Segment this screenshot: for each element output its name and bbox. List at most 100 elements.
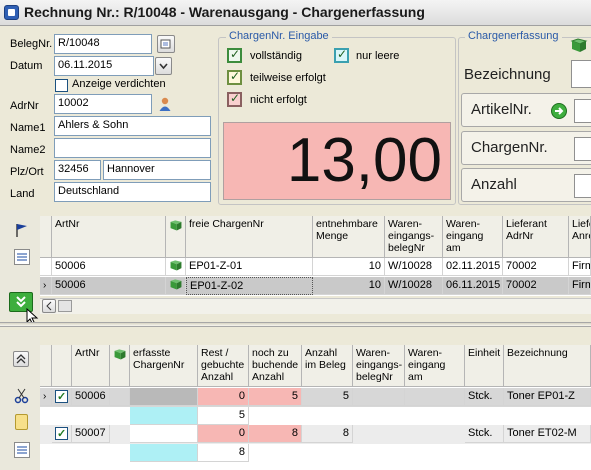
anzeige-verdichten-checkbox[interactable]: [55, 79, 68, 92]
adrnr-field[interactable]: 10002: [54, 94, 152, 114]
person-icon[interactable]: [158, 96, 172, 112]
table-cell-am[interactable]: 02.11.2015: [443, 258, 503, 276]
table-cell-artnr[interactable]: 50006: [52, 277, 166, 295]
lower-header-einheit[interactable]: Einheit: [465, 345, 504, 387]
list-view-icon[interactable]: [14, 249, 30, 265]
upper-header-lieferant[interactable]: Lieferant AdrNr: [503, 216, 569, 258]
table-cell-artnr[interactable]: 50006: [72, 388, 110, 406]
row-checkbox[interactable]: [55, 426, 68, 442]
anzeige-verdichten-label: Anzeige verdichten: [72, 78, 166, 90]
scrollbar-thumb[interactable]: [58, 300, 72, 312]
arrow-right-go-icon[interactable]: [551, 103, 567, 119]
table-cell-charge[interactable]: [130, 388, 198, 406]
folder-icon: [166, 258, 186, 276]
folder-icon[interactable]: [570, 37, 588, 53]
collapse-up-icon[interactable]: [13, 351, 29, 367]
table-cell-belegnr[interactable]: [353, 388, 405, 406]
note-icon[interactable]: [15, 414, 28, 430]
anzahl-field[interactable]: [574, 174, 591, 198]
ort-field[interactable]: Hannover: [103, 160, 211, 180]
table-cell-sub[interactable]: 5: [198, 407, 249, 425]
legend-partial-label: teilweise erfolgt: [250, 72, 326, 84]
plz-field[interactable]: 32456: [54, 160, 101, 180]
flag-icon[interactable]: [14, 222, 30, 238]
lower-header-charge[interactable]: erfasste ChargenNr: [130, 345, 198, 387]
folder-icon: [166, 277, 186, 295]
scroll-left-icon[interactable]: [42, 299, 56, 313]
chevron-down-icon[interactable]: [155, 57, 172, 75]
table-cell-menge[interactable]: 10: [313, 258, 385, 276]
lower-header-noch[interactable]: noch zu buchende Anzahl: [249, 345, 302, 387]
belegnr-field[interactable]: R/10048: [54, 34, 152, 54]
artikelnr-field[interactable]: [574, 99, 591, 123]
table-cell-sub[interactable]: 8: [198, 444, 249, 462]
lower-header-rest[interactable]: Rest / gebuchte Anzahl: [198, 345, 249, 387]
land-field[interactable]: Deutschland: [54, 182, 211, 202]
table-cell-anzahl[interactable]: 5: [302, 388, 353, 406]
upper-header-menge[interactable]: entnehmbare Menge: [313, 216, 385, 258]
table-cell-am[interactable]: 06.11.2015: [443, 277, 503, 295]
datum-field[interactable]: 06.11.2015: [54, 56, 154, 76]
upper-header-chargen[interactable]: freie ChargenNr: [186, 216, 313, 258]
legend-complete-swatch: [227, 47, 242, 63]
bezeichnung-field[interactable]: [571, 60, 591, 88]
folder-icon: [170, 220, 182, 231]
table-cell-einheit[interactable]: Stck.: [465, 388, 504, 406]
table-cell-charge-input[interactable]: [130, 407, 198, 425]
legend-title: ChargenNr. Eingabe: [226, 30, 332, 42]
table-cell-noch[interactable]: 8: [249, 425, 302, 443]
table-cell-einheit[interactable]: Stck.: [465, 425, 504, 443]
row-checkbox-cell[interactable]: [52, 425, 72, 443]
splitter[interactable]: [0, 322, 591, 327]
row-checkbox[interactable]: [55, 389, 68, 405]
table-cell-lieferant[interactable]: 70002: [503, 277, 569, 295]
table-cell-rest[interactable]: 0: [198, 425, 249, 443]
lower-header-artnr[interactable]: ArtNr: [72, 345, 110, 387]
table-cell-rest[interactable]: 0: [198, 388, 249, 406]
table-cell-am[interactable]: [405, 388, 465, 406]
upper-header-artnr[interactable]: ArtNr: [52, 216, 166, 258]
quantity-display-value: 13,00: [286, 126, 442, 195]
table-cell-artnr[interactable]: 50006: [52, 258, 166, 276]
upper-horizontal-scrollbar[interactable]: [40, 298, 591, 314]
row-checkbox-cell[interactable]: [52, 388, 72, 406]
table-cell-bez[interactable]: Toner EP01-Z: [504, 388, 591, 406]
lower-header-icon-col: [110, 345, 130, 387]
title-bar: Rechnung Nr.: R/10048 - Warenausgang - C…: [0, 0, 591, 26]
name1-label: Name1: [10, 122, 46, 134]
document-lookup-icon[interactable]: [157, 35, 175, 53]
list-view-icon[interactable]: [14, 442, 30, 458]
lower-header-anzahl[interactable]: Anzahl im Beleg: [302, 345, 353, 387]
lower-header-belegnr[interactable]: Waren-eingangs-belegNr: [353, 345, 405, 387]
artikelnr-box: ArtikelNr.: [461, 93, 591, 127]
upper-header-liefanr[interactable]: Liefe Anre: [569, 216, 591, 258]
table-cell-menge[interactable]: 10: [313, 277, 385, 295]
lower-header-am[interactable]: Waren-eingang am: [405, 345, 465, 387]
table-cell-firma[interactable]: Firm: [569, 277, 591, 295]
table-cell-charge[interactable]: EP01-Z-01: [186, 258, 313, 276]
table-cell-firma[interactable]: Firm: [569, 258, 591, 276]
name1-field[interactable]: Ahlers & Sohn: [54, 116, 211, 136]
table-cell-charge[interactable]: [130, 425, 198, 443]
chargennr-field[interactable]: [574, 137, 591, 161]
name2-field[interactable]: [54, 138, 211, 158]
belegnr-label: BelegNr.: [10, 38, 53, 50]
table-cell-belegnr[interactable]: W/10028: [385, 277, 443, 295]
folder-icon: [114, 349, 126, 360]
table-cell-charge[interactable]: EP01-Z-02: [186, 277, 313, 295]
table-cell-charge-input[interactable]: [130, 444, 198, 462]
lower-header-indicator: [40, 345, 52, 387]
scissors-icon[interactable]: [14, 388, 30, 404]
upper-header-am[interactable]: Waren-eingang am: [443, 216, 503, 258]
lower-header-bez[interactable]: Bezeichnung: [504, 345, 591, 387]
land-label: Land: [10, 188, 35, 200]
legend-empty-only-checkbox[interactable]: [334, 47, 349, 63]
table-cell-belegnr[interactable]: W/10028: [385, 258, 443, 276]
table-cell-noch[interactable]: 5: [249, 388, 302, 406]
table-cell-lieferant[interactable]: 70002: [503, 258, 569, 276]
legend-partial-swatch: [227, 69, 242, 85]
table-cell-anzahl[interactable]: 8: [302, 425, 353, 443]
upper-header-belegnr[interactable]: Waren-eingangs-belegNr: [385, 216, 443, 258]
table-cell-bez[interactable]: Toner ET02-M: [504, 425, 591, 443]
table-cell-artnr[interactable]: 50007: [72, 425, 110, 443]
